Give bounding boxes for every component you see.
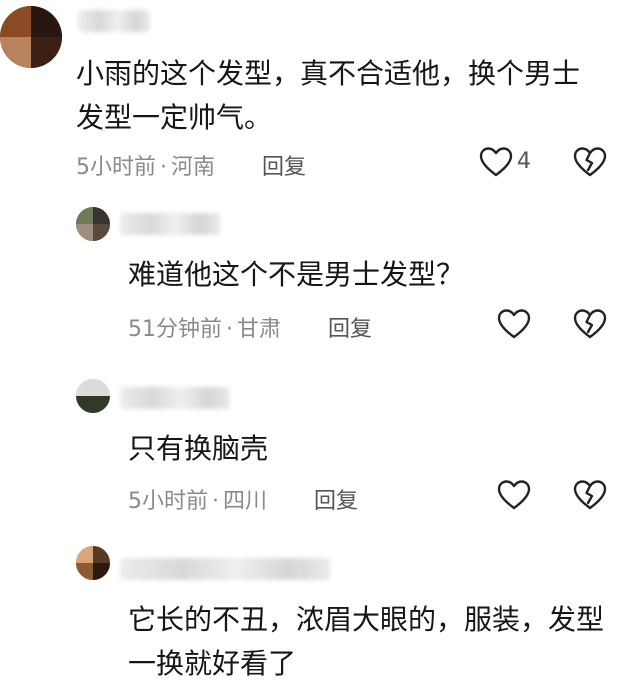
comment-time: 5小时前 — [128, 489, 208, 514]
broken-heart-icon[interactable] — [573, 146, 607, 178]
comment-meta: 51分钟前 · 甘肃 — [128, 311, 281, 343]
heart-outline-icon[interactable] — [497, 308, 531, 340]
comment-time: 5小时前 — [76, 155, 156, 180]
heart-outline-icon[interactable] — [497, 479, 531, 511]
meta-separator: · — [160, 155, 167, 180]
comment-location: 河南 — [171, 155, 216, 180]
comment-1: 小雨的这个发型，真不合适他，换个男士 发型一定帅气。 5小时前 · 河南 回复 4 — [0, 0, 640, 190]
username-blurred — [120, 213, 220, 235]
broken-heart-icon[interactable] — [573, 479, 607, 511]
comment-4: 它长的不丑，浓眉大眼的，服装，发型 一换就好看了 — [0, 540, 640, 693]
reply-button[interactable]: 回复 — [262, 149, 306, 181]
comment-text: 小雨的这个发型，真不合适他，换个男士 发型一定帅气。 — [76, 57, 581, 134]
comment-location: 四川 — [223, 489, 268, 514]
comment-meta: 5小时前 · 四川 — [128, 483, 267, 515]
heart-outline-icon[interactable] — [479, 146, 513, 178]
meta-separator: · — [226, 317, 233, 342]
reply-button[interactable]: 回复 — [328, 311, 372, 343]
reply-button[interactable]: 回复 — [314, 483, 358, 515]
comment-text: 它长的不丑，浓眉大眼的，服装，发型 一换就好看了 — [128, 603, 605, 680]
meta-separator: · — [212, 489, 219, 514]
comment-location: 甘肃 — [237, 317, 282, 342]
avatar[interactable] — [76, 546, 110, 580]
avatar[interactable] — [76, 207, 110, 241]
avatar[interactable] — [0, 6, 62, 68]
username-blurred — [78, 10, 150, 32]
like-count: 4 — [517, 149, 531, 174]
comment-meta: 5小时前 · 河南 — [76, 149, 215, 181]
comment-text: 难道他这个不是男士发型？ — [128, 258, 465, 291]
comment-text: 只有换脑壳 — [128, 432, 269, 465]
comment-2: 难道他这个不是男士发型？ 51分钟前 · 甘肃 回复 — [0, 195, 640, 355]
broken-heart-icon[interactable] — [573, 308, 607, 340]
comment-3: 只有换脑壳 5小时前 · 四川 回复 — [0, 365, 640, 530]
username-blurred — [120, 387, 230, 409]
comment-time: 51分钟前 — [128, 317, 222, 342]
username-blurred — [120, 558, 330, 580]
avatar[interactable] — [76, 379, 110, 413]
